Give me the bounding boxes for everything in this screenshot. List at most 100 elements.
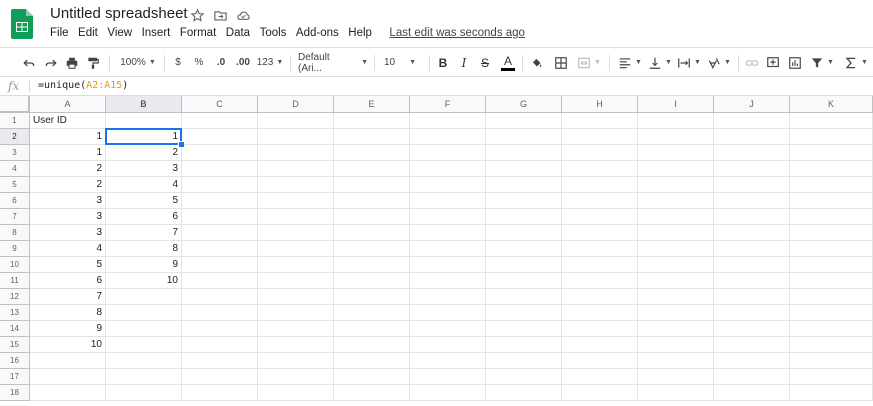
column-header-b[interactable]: B — [106, 96, 182, 113]
undo-icon[interactable] — [20, 48, 38, 77]
cell-d5[interactable] — [258, 177, 334, 193]
cell-f9[interactable] — [410, 241, 486, 257]
cell-i16[interactable] — [638, 353, 714, 369]
menu-data[interactable]: Data — [226, 27, 250, 39]
cell-c9[interactable] — [182, 241, 258, 257]
cell-d10[interactable] — [258, 257, 334, 273]
cell-g13[interactable] — [486, 305, 562, 321]
cell-a3[interactable]: 1 — [30, 145, 106, 161]
cell-k15[interactable] — [790, 337, 873, 353]
row-header-6[interactable]: 6 — [0, 193, 30, 209]
paint-format-icon[interactable] — [84, 48, 102, 77]
cell-b13[interactable] — [106, 305, 182, 321]
last-edit-link[interactable]: Last edit was seconds ago — [389, 27, 525, 39]
cell-h10[interactable] — [562, 257, 638, 273]
cell-f18[interactable] — [410, 385, 486, 401]
cell-d4[interactable] — [258, 161, 334, 177]
cell-e7[interactable] — [334, 209, 410, 225]
cell-j9[interactable] — [714, 241, 790, 257]
cell-g16[interactable] — [486, 353, 562, 369]
borders-icon[interactable] — [553, 48, 569, 77]
row-header-17[interactable]: 17 — [0, 369, 30, 385]
star-icon[interactable] — [190, 8, 205, 23]
cell-h8[interactable] — [562, 225, 638, 241]
cell-c7[interactable] — [182, 209, 258, 225]
redo-icon[interactable] — [42, 48, 60, 77]
cell-c16[interactable] — [182, 353, 258, 369]
cell-a5[interactable]: 2 — [30, 177, 106, 193]
column-header-k[interactable]: K — [790, 96, 873, 113]
row-header-3[interactable]: 3 — [0, 145, 30, 161]
cell-b14[interactable] — [106, 321, 182, 337]
cell-c17[interactable] — [182, 369, 258, 385]
cell-a15[interactable]: 10 — [30, 337, 106, 353]
cell-b9[interactable]: 8 — [106, 241, 182, 257]
cell-k17[interactable] — [790, 369, 873, 385]
cell-k10[interactable] — [790, 257, 873, 273]
cell-f8[interactable] — [410, 225, 486, 241]
cell-h4[interactable] — [562, 161, 638, 177]
cell-c13[interactable] — [182, 305, 258, 321]
cell-a2[interactable]: 1 — [30, 129, 106, 145]
cell-a8[interactable]: 3 — [30, 225, 106, 241]
cell-k18[interactable] — [790, 385, 873, 401]
cell-b1[interactable] — [106, 113, 182, 129]
cell-b4[interactable]: 3 — [106, 161, 182, 177]
cell-c4[interactable] — [182, 161, 258, 177]
font-size-select[interactable]: 10 ▼ — [384, 48, 424, 77]
cell-j13[interactable] — [714, 305, 790, 321]
cell-f13[interactable] — [410, 305, 486, 321]
row-header-10[interactable]: 10 — [0, 257, 30, 273]
cell-j15[interactable] — [714, 337, 790, 353]
cell-b8[interactable]: 7 — [106, 225, 182, 241]
row-header-15[interactable]: 15 — [0, 337, 30, 353]
cell-i10[interactable] — [638, 257, 714, 273]
cell-a12[interactable]: 7 — [30, 289, 106, 305]
cell-i7[interactable] — [638, 209, 714, 225]
cell-f17[interactable] — [410, 369, 486, 385]
row-header-7[interactable]: 7 — [0, 209, 30, 225]
cell-d11[interactable] — [258, 273, 334, 289]
cell-c3[interactable] — [182, 145, 258, 161]
cell-f15[interactable] — [410, 337, 486, 353]
cell-e13[interactable] — [334, 305, 410, 321]
cell-b18[interactable] — [106, 385, 182, 401]
cell-e18[interactable] — [334, 385, 410, 401]
document-title[interactable]: Untitled spreadsheet — [50, 5, 188, 22]
cell-k9[interactable] — [790, 241, 873, 257]
cell-j6[interactable] — [714, 193, 790, 209]
row-header-16[interactable]: 16 — [0, 353, 30, 369]
cell-k16[interactable] — [790, 353, 873, 369]
cell-a6[interactable]: 3 — [30, 193, 106, 209]
cell-h1[interactable] — [562, 113, 638, 129]
cell-f5[interactable] — [410, 177, 486, 193]
column-header-f[interactable]: F — [410, 96, 486, 113]
cell-h15[interactable] — [562, 337, 638, 353]
menu-format[interactable]: Format — [180, 27, 216, 39]
column-header-i[interactable]: I — [638, 96, 714, 113]
cell-h5[interactable] — [562, 177, 638, 193]
cell-c12[interactable] — [182, 289, 258, 305]
cell-a4[interactable]: 2 — [30, 161, 106, 177]
cell-g17[interactable] — [486, 369, 562, 385]
cell-a11[interactable]: 6 — [30, 273, 106, 289]
cell-k11[interactable] — [790, 273, 873, 289]
spreadsheet-grid[interactable]: A B C D E F G H I J K 1 User ID 2 1 1 3 1 2 4 2 3 5 2 4 6 3 5 7 3 6 8 3 7… — [0, 96, 873, 406]
cell-e5[interactable] — [334, 177, 410, 193]
row-header-5[interactable]: 5 — [0, 177, 30, 193]
cell-f16[interactable] — [410, 353, 486, 369]
insert-chart-icon[interactable] — [787, 48, 803, 77]
cell-h3[interactable] — [562, 145, 638, 161]
cell-k1[interactable] — [790, 113, 873, 129]
cell-i3[interactable] — [638, 145, 714, 161]
zoom-select[interactable]: 100% ▼ — [117, 48, 159, 77]
text-rotation-icon[interactable]: ▼ — [706, 48, 732, 77]
cell-i6[interactable] — [638, 193, 714, 209]
cell-i4[interactable] — [638, 161, 714, 177]
column-header-e[interactable]: E — [334, 96, 410, 113]
cell-j4[interactable] — [714, 161, 790, 177]
menu-help[interactable]: Help — [348, 27, 372, 39]
cell-f10[interactable] — [410, 257, 486, 273]
row-header-1[interactable]: 1 — [0, 113, 30, 129]
cell-j10[interactable] — [714, 257, 790, 273]
